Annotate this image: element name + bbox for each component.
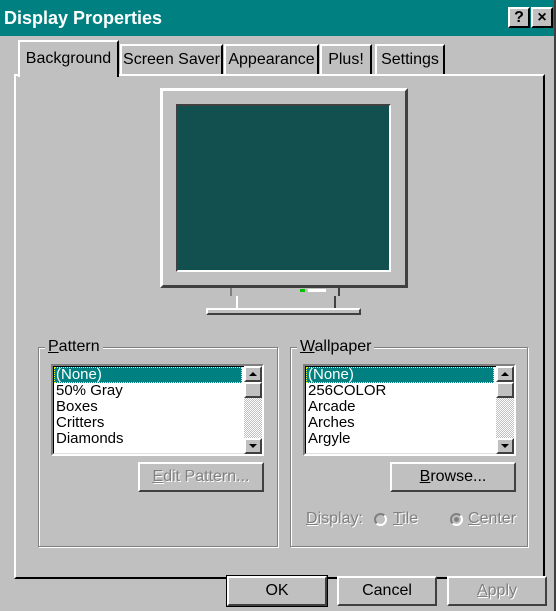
display-properties-window: Display Properties ? × Background Screen… [0, 0, 556, 611]
edit-pattern-button[interactable]: Edit Pattern... [138, 462, 264, 492]
close-button[interactable]: × [531, 7, 553, 28]
scroll-thumb[interactable] [244, 382, 262, 398]
apply-button[interactable]: Apply [447, 576, 547, 606]
pattern-item-boxes[interactable]: Boxes [54, 399, 242, 415]
pattern-item-critters[interactable]: Critters [54, 415, 242, 431]
tile-radio[interactable] [374, 513, 387, 526]
tab-settings[interactable]: Settings [375, 44, 445, 75]
scroll-down-arrow-icon[interactable] [496, 438, 514, 454]
scroll-up-arrow-icon[interactable] [244, 366, 262, 382]
center-label[interactable]: Center [468, 510, 516, 528]
power-button-icon [308, 289, 326, 292]
display-label: Display: [306, 510, 363, 527]
monitor-base [206, 308, 361, 315]
tab-background[interactable]: Background [18, 40, 119, 77]
wallpaper-item-256color[interactable]: 256COLOR [306, 383, 494, 399]
pattern-listbox[interactable]: (None) 50% Gray Boxes Critters Diamonds [51, 364, 264, 456]
wallpaper-item-none[interactable]: (None) [306, 367, 494, 383]
pattern-item-50-gray[interactable]: 50% Gray [54, 383, 242, 399]
wallpaper-scrollbar[interactable] [496, 366, 514, 454]
wallpaper-item-arcade[interactable]: Arcade [306, 399, 494, 415]
pattern-item-none[interactable]: (None) [54, 367, 242, 383]
tab-appearance[interactable]: Appearance [224, 44, 319, 75]
scroll-up-arrow-icon[interactable] [496, 366, 514, 382]
tab-screen-saver[interactable]: Screen Saver [120, 44, 223, 75]
scroll-down-arrow-icon[interactable] [244, 438, 262, 454]
pattern-item-diamonds[interactable]: Diamonds [54, 431, 242, 447]
scroll-thumb[interactable] [496, 382, 514, 398]
tile-label[interactable]: Tile [393, 510, 418, 528]
power-led-icon [300, 289, 305, 292]
wallpaper-item-argyle[interactable]: Argyle [306, 431, 494, 447]
desktop-preview-screen [176, 104, 391, 272]
center-radio[interactable] [450, 513, 463, 526]
monitor-stand [236, 296, 336, 308]
wallpaper-listbox[interactable]: (None) 256COLOR Arcade Arches Argyle [303, 364, 516, 456]
pattern-scrollbar[interactable] [244, 366, 262, 454]
help-button[interactable]: ? [508, 7, 530, 28]
title-bar[interactable]: Display Properties ? × [0, 0, 554, 36]
wallpaper-item-arches[interactable]: Arches [306, 415, 494, 431]
wallpaper-group-label: Wallpaper [297, 338, 375, 356]
browse-button[interactable]: Browse... [390, 462, 516, 492]
window-title: Display Properties [4, 8, 163, 28]
ok-button[interactable]: OK [226, 575, 328, 607]
pattern-group-label: Pattern [45, 338, 103, 356]
cancel-button[interactable]: Cancel [337, 576, 437, 606]
tab-plus[interactable]: Plus! [320, 44, 372, 75]
